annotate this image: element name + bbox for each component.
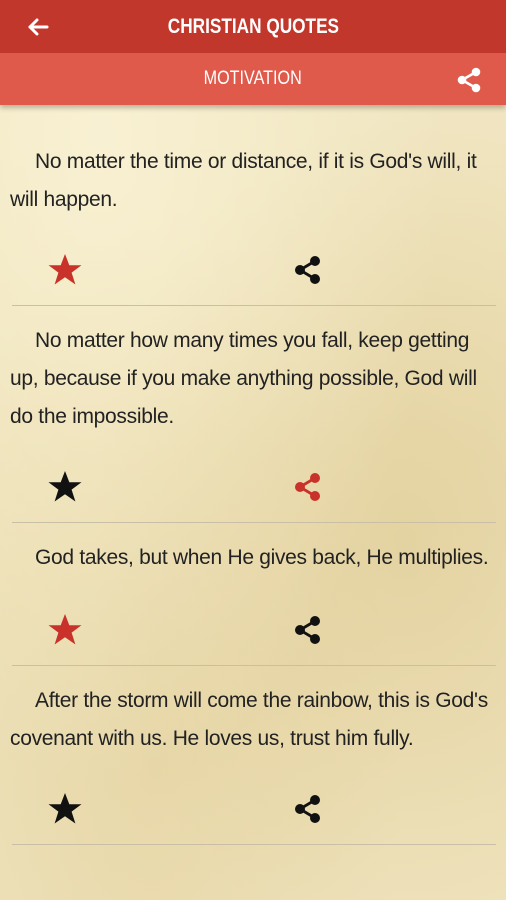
category-bar: MOTIVATION [0,53,506,105]
quote-actions [0,782,506,844]
share-button[interactable] [290,611,326,649]
share-icon [290,790,326,828]
share-icon [290,468,326,506]
arrow-left-icon [26,17,50,37]
quote-text: After the storm will come the rainbow, t… [10,689,488,750]
quote-text: God takes, but when He gives back, He mu… [35,546,489,569]
quote-card: No matter the time or distance, if it is… [0,105,506,306]
share-icon [290,611,326,649]
quote-card: After the storm will come the rainbow, t… [0,666,506,845]
quote-actions [0,603,506,665]
share-button[interactable] [290,251,326,289]
favorite-button[interactable] [46,611,84,649]
star-icon [46,251,84,289]
quote-text: No matter how many times you fall, keep … [10,329,477,428]
back-button[interactable] [22,12,54,42]
share-category-button[interactable] [454,65,484,95]
share-icon [290,251,326,289]
star-icon [46,790,84,828]
category-title: MOTIVATION [203,68,303,89]
share-icon [454,65,484,95]
share-button[interactable] [290,468,326,506]
favorite-button[interactable] [46,790,84,828]
star-icon [46,468,84,506]
quote-actions [0,243,506,305]
app-header: CHRISTIAN QUOTES [0,0,506,53]
quote-text: No matter the time or distance, if it is… [10,150,477,211]
share-button[interactable] [290,790,326,828]
favorite-button[interactable] [46,468,84,506]
quote-list: No matter the time or distance, if it is… [0,105,506,845]
divider [12,844,496,845]
quote-card: No matter how many times you fall, keep … [0,306,506,523]
quote-card: God takes, but when He gives back, He mu… [0,523,506,666]
star-icon [46,611,84,649]
favorite-button[interactable] [46,251,84,289]
page-title: CHRISTIAN QUOTES [167,14,339,38]
quote-actions [0,460,506,522]
